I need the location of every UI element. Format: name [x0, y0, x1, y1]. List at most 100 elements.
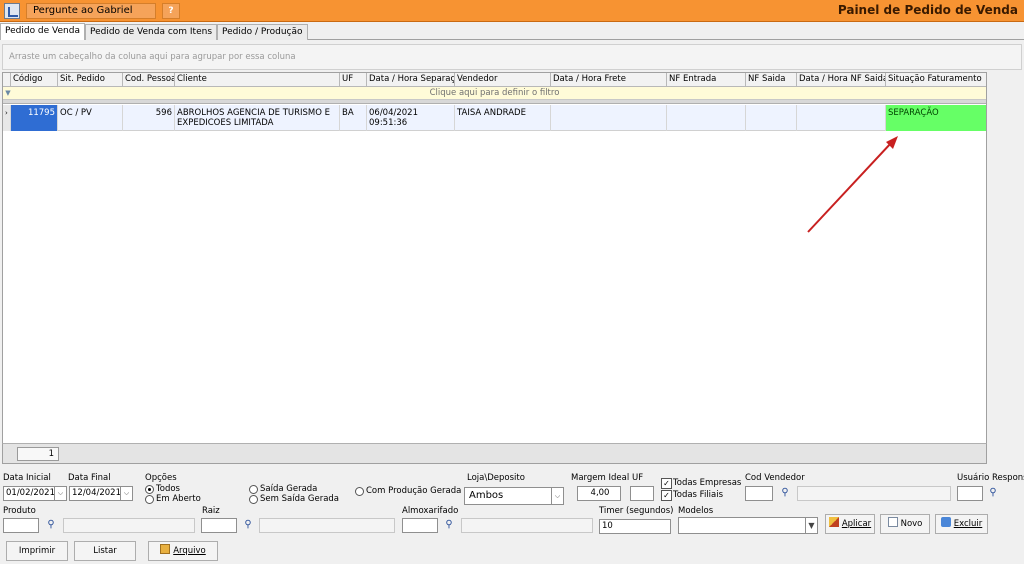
almoxarifado-name-field [461, 518, 593, 533]
radio-com-producao-gerada[interactable]: Com Produção Gerada [355, 486, 461, 496]
ask-gabriel-field[interactable]: Pergunte ao Gabriel [26, 3, 156, 19]
arquivo-label: Arquivo [173, 546, 206, 556]
tab-pedido-producao[interactable]: Pedido / Produção [217, 24, 308, 40]
almoxarifado-input[interactable] [402, 518, 438, 533]
col-nf-saida[interactable]: NF Saida [746, 73, 797, 87]
usuario-responsavel-input[interactable] [957, 486, 983, 501]
app-icon[interactable] [4, 3, 20, 19]
col-nf-entrada[interactable]: NF Entrada [667, 73, 746, 87]
group-by-panel[interactable]: Arraste um cabeçalho da coluna aqui para… [2, 44, 1022, 70]
search-usuario-icon[interactable]: ⚲ [986, 486, 1000, 500]
loja-deposito-select[interactable]: Ambos [464, 487, 552, 505]
tab-pedido-venda[interactable]: Pedido de Venda [0, 23, 85, 40]
page-indicator[interactable]: 1 [17, 447, 59, 461]
cell-data-frete[interactable] [551, 105, 667, 131]
tab-pedido-venda-itens[interactable]: Pedido de Venda com Itens [84, 24, 218, 40]
grid-pager: 1 [2, 443, 987, 463]
vendedor-name-field [797, 486, 951, 501]
produto-input[interactable] [3, 518, 39, 533]
raiz-label: Raiz [202, 506, 220, 516]
col-data-separacao[interactable]: Data / Hora Separação [367, 73, 455, 87]
usuario-responsavel-label: Usuário Respons [957, 473, 1024, 483]
help-icon[interactable]: ? [162, 3, 180, 19]
cell-sit-pedido[interactable]: OC / PV [58, 105, 123, 131]
cell-uf[interactable]: BA [340, 105, 367, 131]
almoxarifado-label: Almoxarifado [402, 506, 459, 516]
data-inicial-dropdown-icon[interactable]: ⌵ [55, 486, 67, 501]
radio-sem-saida-gerada[interactable]: Sem Saída Gerada [249, 494, 339, 504]
row-indicator-icon: › [3, 105, 11, 131]
arquivo-button[interactable]: Arquivo [148, 541, 218, 561]
modelos-dropdown-icon[interactable]: ▼ [806, 517, 818, 534]
col-sit-pedido[interactable]: Sit. Pedido [58, 73, 123, 87]
aplicar-button[interactable]: Aplicar [825, 514, 875, 534]
data-inicial-input[interactable]: 01/02/2021 [3, 486, 55, 501]
col-uf[interactable]: UF [340, 73, 367, 87]
col-data-frete[interactable]: Data / Hora Frete [551, 73, 667, 87]
listar-button[interactable]: Listar [74, 541, 136, 561]
search-vendedor-icon[interactable]: ⚲ [778, 486, 792, 500]
data-final-label: Data Final [68, 473, 111, 483]
col-data-nf-saida[interactable]: Data / Hora NF Saida [797, 73, 886, 87]
col-situacao-faturamento[interactable]: Situação Faturamento [886, 73, 986, 87]
radio-todos[interactable]: Todos [145, 484, 180, 494]
delete-icon [940, 517, 951, 527]
timer-label: Timer (segundos) [599, 506, 674, 516]
uf-label: UF [632, 473, 644, 483]
aplicar-label: Aplicar [841, 519, 872, 529]
cell-cod-pessoa[interactable]: 596 [123, 105, 175, 131]
margem-ideal-label: Margem Ideal [571, 473, 630, 483]
modelos-select[interactable] [678, 517, 806, 534]
todas-filiais-checkbox[interactable]: Todas Filiais [661, 490, 723, 501]
search-almoxarifado-icon[interactable]: ⚲ [442, 518, 456, 532]
imprimir-button[interactable]: Imprimir [6, 541, 68, 561]
cell-data-separacao[interactable]: 06/04/2021 09:51:36 [367, 105, 455, 131]
cell-data-nf-saida[interactable] [797, 105, 886, 131]
col-cod-pessoa[interactable]: Cod. Pessoa [123, 73, 175, 87]
uf-input[interactable] [630, 486, 654, 501]
cell-nf-entrada[interactable] [667, 105, 746, 131]
data-final-dropdown-icon[interactable]: ⌵ [121, 486, 133, 501]
cell-cliente[interactable]: ABROLHOS AGENCIA DE TURISMO E EXPEDICOES… [175, 105, 340, 131]
data-inicial-label: Data Inicial [3, 473, 51, 483]
table-row[interactable]: › 11795 OC / PV 596 ABROLHOS AGENCIA DE … [3, 105, 986, 131]
col-codigo[interactable]: Código [11, 73, 58, 87]
radio-em-aberto[interactable]: Em Aberto [145, 494, 201, 504]
excluir-label: Excluir [953, 519, 983, 529]
novo-label: Novo [900, 519, 923, 529]
data-final-input[interactable]: 12/04/2021 [69, 486, 121, 501]
cell-vendedor[interactable]: TAISA ANDRADE [455, 105, 551, 131]
filter-row[interactable]: ▼ Clique aqui para definir o filtro [3, 87, 986, 100]
novo-button[interactable]: Novo [880, 514, 930, 534]
cell-nf-saida[interactable] [746, 105, 797, 131]
filter-icon: ▼ [5, 89, 11, 97]
pencil-icon [828, 517, 839, 527]
loja-deposito-label: Loja\Deposito [467, 473, 525, 483]
cod-vendedor-label: Cod Vendedor [745, 473, 805, 483]
raiz-input[interactable] [201, 518, 237, 533]
opcoes-label: Opções [145, 473, 177, 483]
modelos-label: Modelos [678, 506, 714, 516]
filter-hint: Clique aqui para definir o filtro [429, 88, 560, 98]
excluir-button[interactable]: Excluir [935, 514, 988, 534]
annotation-arrow-icon [807, 136, 898, 233]
cell-situacao-faturamento[interactable]: SEPARAÇÃO [886, 105, 986, 131]
produto-label: Produto [3, 506, 36, 516]
grid-separator [3, 100, 986, 104]
timer-input[interactable]: 10 [599, 519, 671, 534]
search-produto-icon[interactable]: ⚲ [44, 518, 58, 532]
cod-vendedor-input[interactable] [745, 486, 773, 501]
raiz-name-field [259, 518, 395, 533]
loja-dropdown-icon[interactable]: ⌵ [552, 487, 564, 505]
search-raiz-icon[interactable]: ⚲ [241, 518, 255, 532]
todas-empresas-checkbox[interactable]: Todas Empresas [661, 478, 741, 489]
new-document-icon [887, 517, 898, 527]
cell-codigo[interactable]: 11795 [11, 105, 58, 131]
produto-name-field [63, 518, 195, 533]
col-cliente[interactable]: Cliente [175, 73, 340, 87]
col-vendedor[interactable]: Vendedor [455, 73, 551, 87]
header-indicator [3, 73, 11, 87]
radio-saida-gerada[interactable]: Saída Gerada [249, 484, 317, 494]
folder-icon [160, 544, 171, 554]
margem-ideal-input[interactable]: 4,00 [577, 486, 621, 501]
